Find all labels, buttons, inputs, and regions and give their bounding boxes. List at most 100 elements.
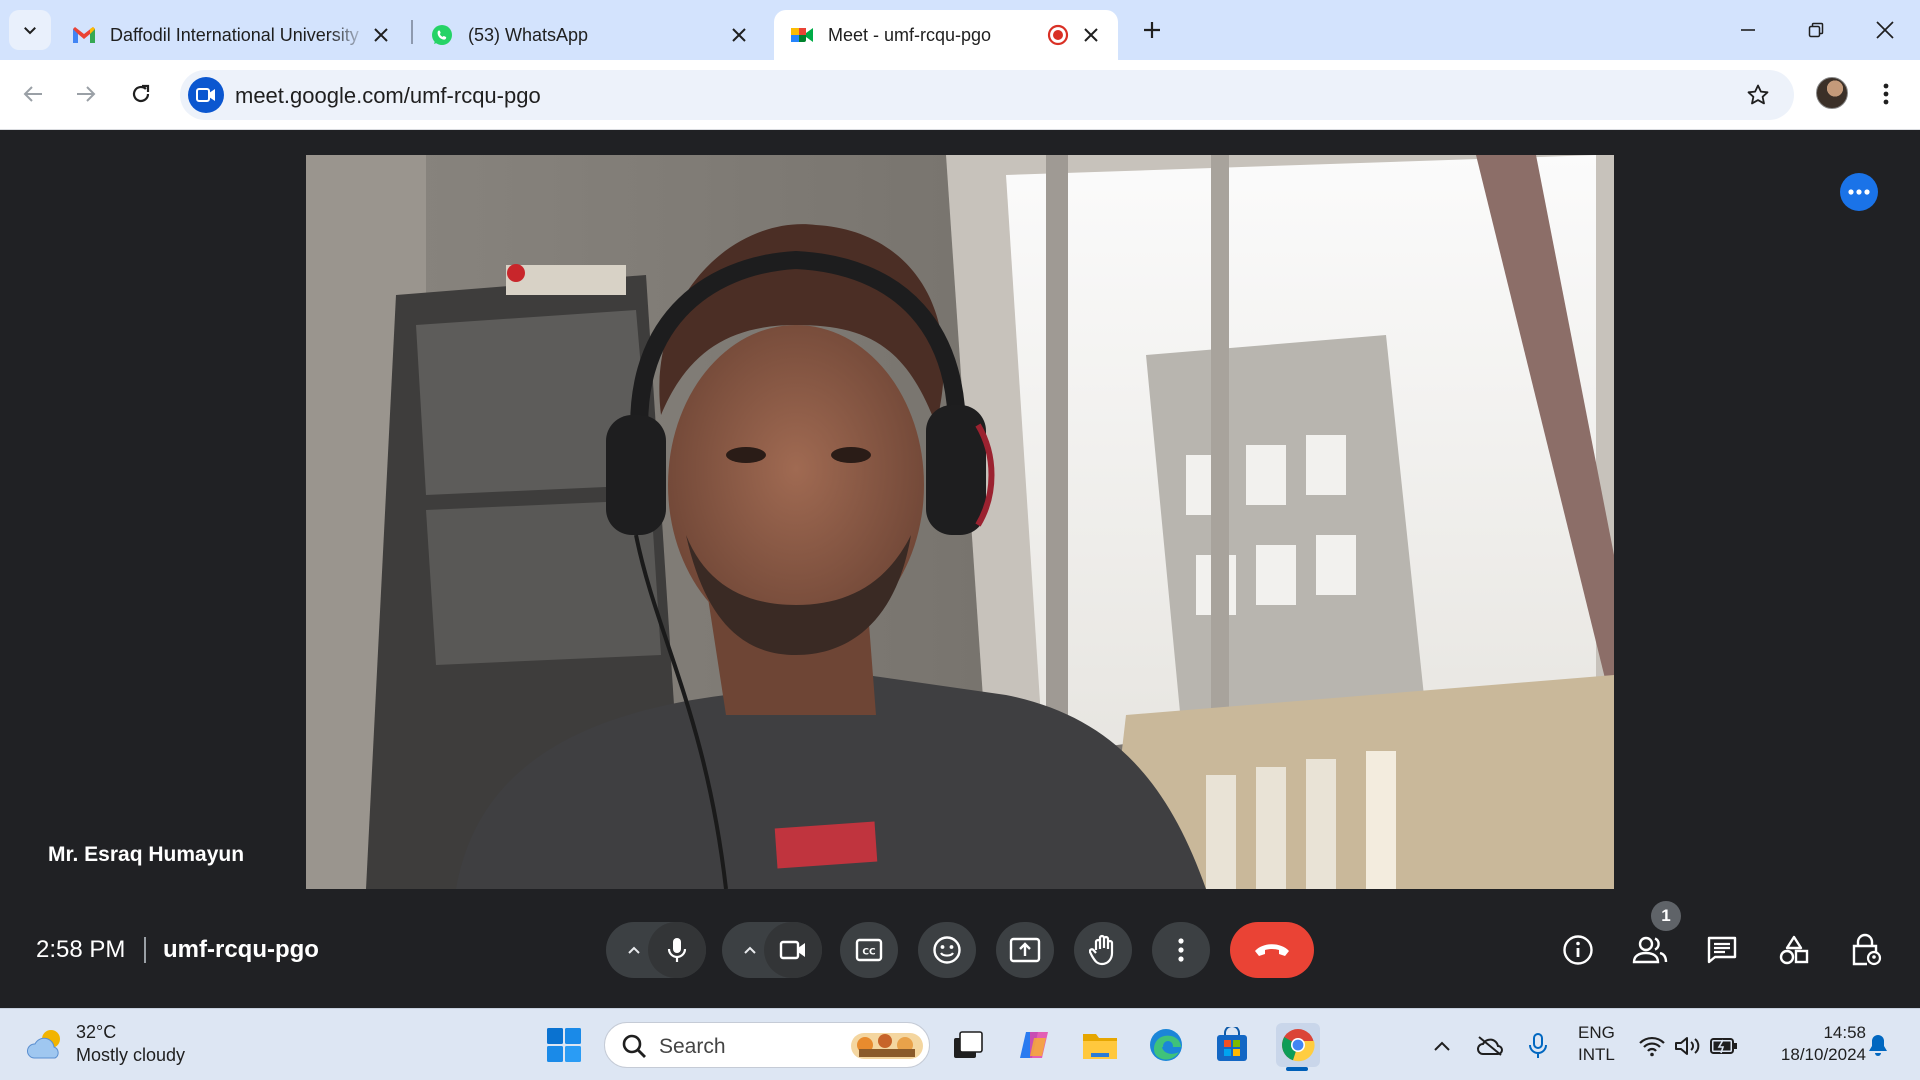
- search-label: Search: [659, 1035, 726, 1058]
- people-button[interactable]: [1624, 924, 1676, 976]
- notifications-button[interactable]: [1862, 1030, 1894, 1060]
- tab-close-button[interactable]: [1078, 22, 1104, 48]
- meeting-clock: 2:58 PM: [36, 936, 126, 963]
- taskbar-search-box[interactable]: Search: [604, 1022, 930, 1068]
- start-button[interactable]: [542, 1023, 586, 1067]
- chat-icon: [1707, 936, 1737, 964]
- tab-title: Daffodil International University: [110, 24, 359, 45]
- edge-button[interactable]: [1144, 1023, 1188, 1067]
- new-tab-button[interactable]: [1128, 8, 1176, 52]
- address-bar[interactable]: meet.google.com/umf-rcqu-pgo: [180, 70, 1794, 120]
- folder-icon: [1083, 1034, 1117, 1059]
- whatsapp-icon: [430, 23, 454, 47]
- host-controls-button[interactable]: [1840, 924, 1892, 976]
- more-vert-icon: [1883, 83, 1889, 105]
- bell-icon: [1869, 1035, 1887, 1056]
- weather-condition: Mostly cloudy: [76, 1045, 186, 1065]
- leave-call-button[interactable]: [1230, 922, 1314, 978]
- search-highlight-icon: [851, 1033, 923, 1059]
- participant-video: [306, 155, 1614, 889]
- tab-meet[interactable]: Meet - umf-rcqu-pgo: [774, 10, 1118, 60]
- tab-separator: [411, 20, 413, 44]
- present-button[interactable]: [996, 922, 1054, 978]
- activities-icon: [1779, 935, 1809, 965]
- reactions-button[interactable]: [918, 922, 976, 978]
- restore-button[interactable]: [1786, 8, 1846, 52]
- tab-title: Meet - umf-rcqu-pgo: [828, 24, 992, 45]
- volume-status[interactable]: [1672, 1031, 1704, 1061]
- emoji-icon: [933, 936, 961, 964]
- people-count-badge: 1: [1651, 901, 1681, 931]
- microsoft-store-button[interactable]: [1210, 1023, 1254, 1067]
- meet-stage: Mr. Esraq Humayun: [0, 131, 1920, 1007]
- lock-person-icon: [1852, 933, 1882, 966]
- tab-search-button[interactable]: [9, 10, 51, 50]
- wifi-status[interactable]: [1636, 1031, 1668, 1061]
- tab-close-button[interactable]: [368, 22, 394, 48]
- mic-button[interactable]: [648, 922, 706, 978]
- divider: [144, 937, 146, 963]
- clock-time: 14:58: [1823, 1023, 1866, 1042]
- activities-button[interactable]: [1768, 924, 1820, 976]
- chrome-taskbar-button[interactable]: [1276, 1023, 1320, 1067]
- mic-icon: [667, 938, 687, 962]
- camera-button[interactable]: [764, 922, 822, 978]
- tab-title: (53) WhatsApp: [468, 24, 589, 45]
- meeting-details-button[interactable]: [1552, 924, 1604, 976]
- info-icon: [1563, 935, 1593, 965]
- close-icon: [732, 28, 746, 42]
- closed-caption-icon: CC: [855, 938, 883, 962]
- battery-status[interactable]: [1708, 1031, 1740, 1061]
- more-options-button[interactable]: [1152, 922, 1210, 978]
- copilot-button[interactable]: [1012, 1023, 1056, 1067]
- back-button[interactable]: [11, 72, 55, 116]
- chat-button[interactable]: [1696, 924, 1748, 976]
- forward-button[interactable]: [64, 72, 108, 116]
- meeting-code: umf-rcqu-pgo: [163, 936, 319, 963]
- captions-button[interactable]: CC: [840, 922, 898, 978]
- star-icon: [1747, 84, 1769, 105]
- url-text: meet.google.com/umf-rcqu-pgo: [235, 83, 541, 108]
- onedrive-button[interactable]: [1474, 1031, 1506, 1061]
- reload-button[interactable]: [119, 72, 163, 116]
- participant-options-button[interactable]: [1840, 173, 1878, 211]
- chevron-up-icon: [628, 946, 640, 954]
- tab-whatsapp[interactable]: (53) WhatsApp: [414, 10, 766, 60]
- tab-gmail[interactable]: Daffodil International University: [56, 10, 408, 60]
- task-view-icon: [954, 1031, 983, 1058]
- task-view-button[interactable]: [946, 1023, 990, 1067]
- raise-hand-button[interactable]: [1074, 922, 1132, 978]
- weather-widget[interactable]: 32°C Mostly cloudy: [26, 1021, 185, 1067]
- volume-icon: [1675, 1037, 1700, 1055]
- svg-text:CC: CC: [862, 948, 876, 958]
- input-language-button[interactable]: ENG INTL: [1578, 1022, 1615, 1066]
- more-vert-icon: [1178, 938, 1184, 962]
- videocam-icon: [779, 940, 805, 960]
- system-clock[interactable]: 14:58 18/10/2024: [1781, 1022, 1866, 1066]
- plus-icon: [1144, 22, 1160, 38]
- close-window-button[interactable]: [1855, 8, 1915, 52]
- close-icon: [1876, 21, 1894, 39]
- site-info-icon[interactable]: [188, 77, 224, 113]
- more-horiz-icon: [1848, 189, 1870, 195]
- minimize-button[interactable]: [1718, 8, 1778, 52]
- mic-icon: [1529, 1033, 1547, 1058]
- keyboard-layout: INTL: [1578, 1045, 1615, 1064]
- gmail-icon: [72, 23, 96, 47]
- battery-charging-icon: [1710, 1038, 1737, 1054]
- chrome-menu-button[interactable]: [1866, 74, 1906, 114]
- participant-name: Mr. Esraq Humayun: [48, 843, 245, 866]
- arrow-left-icon: [23, 86, 42, 102]
- close-icon: [1084, 28, 1098, 42]
- microphone-status[interactable]: [1522, 1031, 1554, 1061]
- bookmark-button[interactable]: [1740, 77, 1776, 113]
- tab-close-button[interactable]: [726, 22, 752, 48]
- windows-logo-icon: [547, 1028, 581, 1062]
- call-end-icon: [1255, 944, 1289, 956]
- file-explorer-button[interactable]: [1078, 1023, 1122, 1067]
- profile-avatar[interactable]: [1816, 77, 1848, 109]
- present-to-all-icon: [1009, 937, 1041, 963]
- close-icon: [374, 28, 388, 42]
- show-hidden-icons-button[interactable]: [1426, 1031, 1458, 1061]
- store-icon: [1217, 1027, 1247, 1061]
